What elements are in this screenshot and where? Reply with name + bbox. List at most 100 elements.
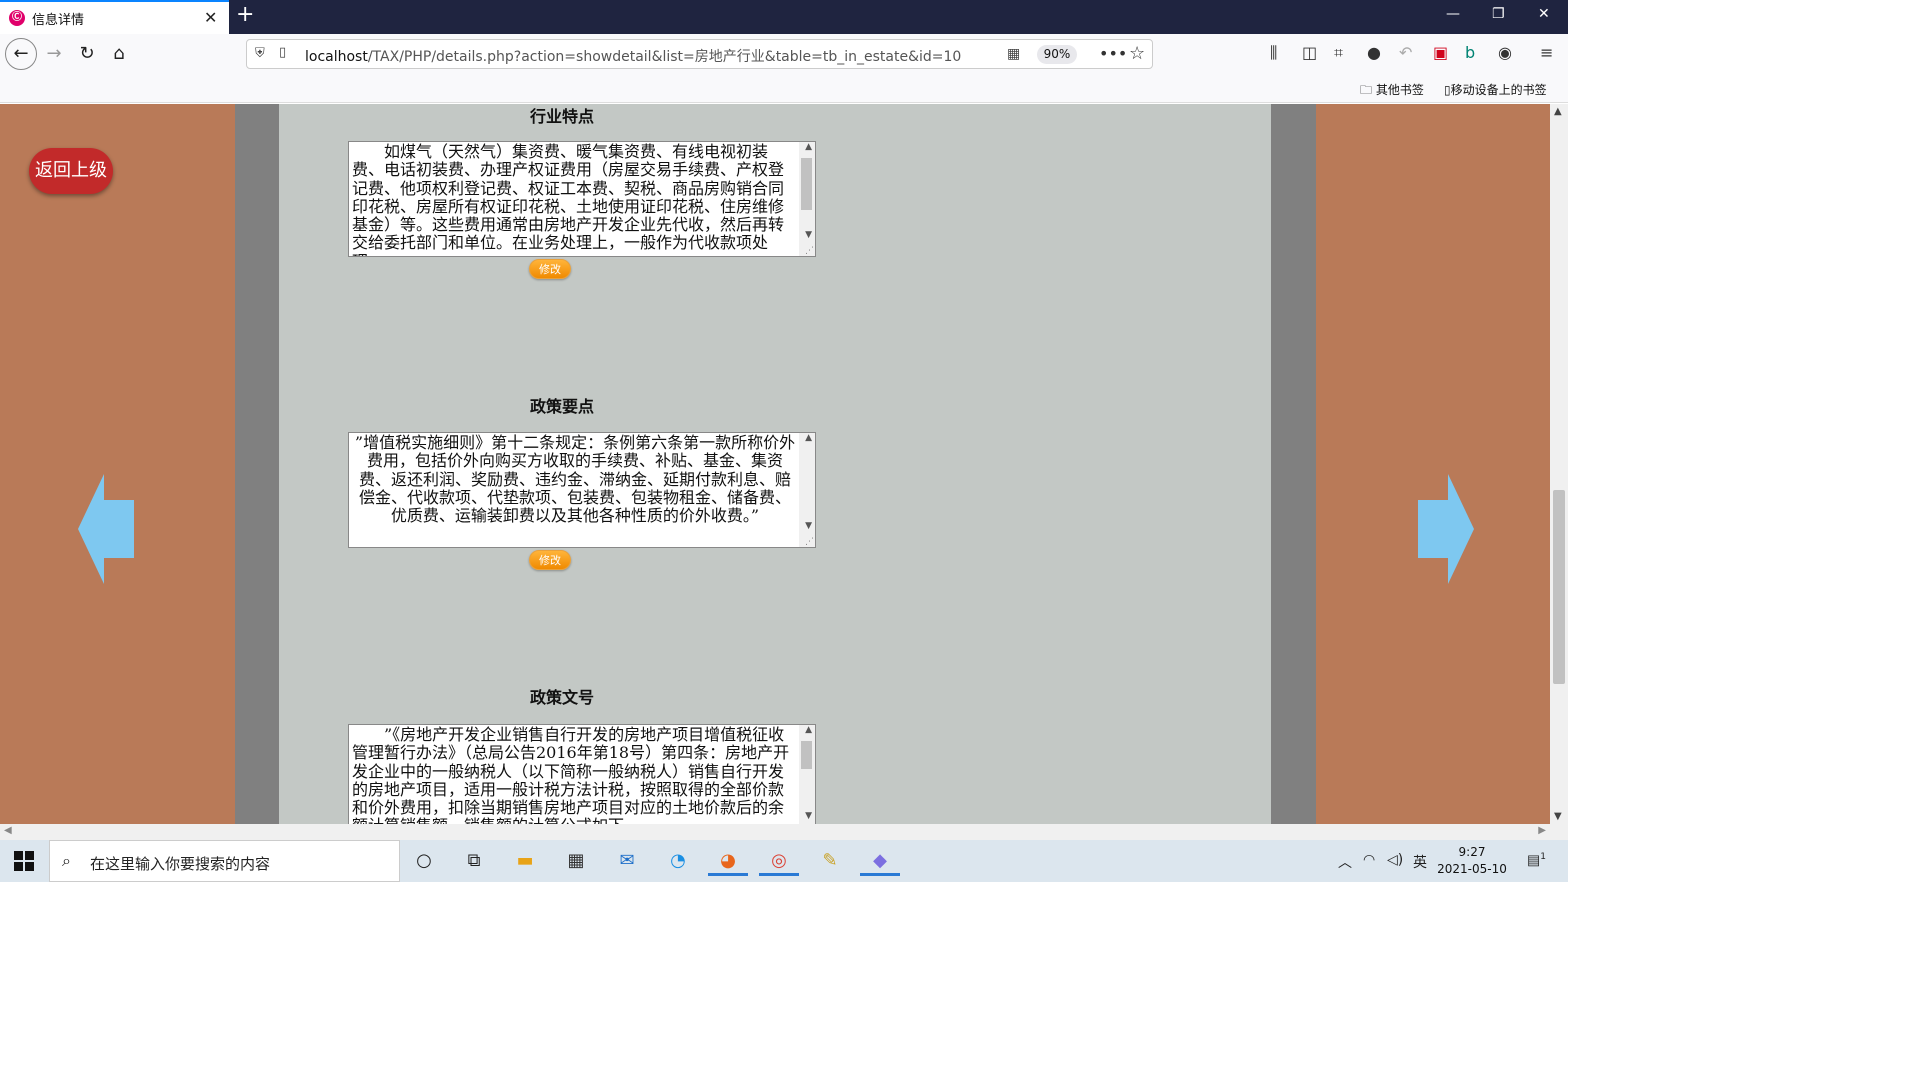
firefox-icon[interactable]: ◕ — [708, 846, 748, 876]
qr-code-icon[interactable]: ▦ — [1007, 46, 1020, 62]
tray-overflow-icon[interactable]: ︿ — [1338, 852, 1352, 872]
notification-icon[interactable]: ▤1 — [1527, 852, 1546, 869]
url-host: localhost — [305, 49, 368, 65]
new-tab-button[interactable]: + — [236, 2, 254, 27]
policy-text: ”增值税实施细则》第十二条规定：条例第六条第一款所称价外费用，包括价外向购买方收… — [354, 433, 796, 526]
tab-strip: Ⓒ 信息详情 ✕ + — ❐ ✕ — [0, 0, 1568, 34]
navigation-toolbar: ← → ↻ ⌂ ⛨ ▯ localhost/TAX/PHP/details.ph… — [0, 34, 1568, 74]
right-rail — [1271, 104, 1316, 824]
wifi-icon[interactable]: ◠ — [1363, 852, 1375, 868]
next-arrow-icon[interactable] — [1418, 474, 1474, 584]
account-icon[interactable]: ◉ — [1498, 43, 1512, 62]
sidebar-icon[interactable]: ◫ — [1302, 43, 1317, 62]
textarea-scrollbar[interactable]: ▲ ▼ — [799, 142, 815, 256]
clock-time: 9:27 — [1458, 845, 1486, 859]
bing-icon[interactable]: b — [1465, 43, 1475, 62]
pocket-icon[interactable]: ▣ — [1433, 43, 1448, 62]
zoom-level[interactable]: 90% — [1037, 45, 1077, 64]
library-icon[interactable]: ⫼ — [1270, 43, 1277, 63]
cortana-icon[interactable]: ○ — [404, 846, 444, 876]
textarea-scrollbar[interactable]: ▲ ▼ — [799, 433, 815, 547]
back-button[interactable]: ← — [5, 38, 37, 70]
tab-title: 信息详情 — [32, 13, 85, 28]
scroll-right-icon[interactable]: ▶ — [1538, 825, 1546, 836]
industry-textarea[interactable]: 如煤气（天然气）集资费、暖气集资费、有线电视初装费、电话初装费、办理产权证费用（… — [348, 141, 816, 257]
tab-close-icon[interactable]: ✕ — [204, 8, 217, 27]
resize-grip-icon[interactable]: ⋰ — [805, 537, 814, 547]
edit-industry-button[interactable]: 修改 — [529, 259, 571, 279]
scroll-up-icon[interactable]: ▲ — [805, 142, 812, 152]
scroll-left-icon[interactable]: ◀ — [4, 825, 12, 836]
bookmark-star-icon[interactable]: ☆ — [1129, 43, 1145, 64]
app-icon[interactable]: ◆ — [860, 846, 900, 876]
page-actions-icon[interactable]: ••• — [1099, 44, 1127, 63]
scroll-up-icon[interactable]: ▲ — [805, 725, 812, 735]
previous-arrow-icon[interactable] — [78, 474, 134, 584]
chat-icon[interactable]: ● — [1367, 43, 1381, 62]
bookmark-mobile-label: 移动设备上的书签 — [1450, 83, 1547, 97]
bookmarks-toolbar: 🗀 其他书签 ▯移动设备上的书签 — [0, 74, 1568, 103]
reload-button[interactable]: ↻ — [73, 40, 101, 68]
left-rail — [235, 104, 279, 824]
bookmark-mobile[interactable]: ▯移动设备上的书签 — [1444, 81, 1547, 98]
document-text: ”《房地产开发企业销售自行开发的房地产项目增值税征收管理暂行办法》（总局公告20… — [352, 725, 790, 824]
edit-policy-button[interactable]: 修改 — [529, 550, 571, 570]
url-text[interactable]: localhost/TAX/PHP/details.php?action=sho… — [305, 46, 961, 66]
notification-count: 1 — [1540, 852, 1546, 862]
ime-indicator[interactable]: 英 — [1413, 852, 1427, 872]
tracking-shield-icon[interactable]: ⛨ — [255, 46, 265, 61]
restore-button[interactable]: ❐ — [1492, 6, 1505, 22]
paint-icon[interactable]: ✎ — [810, 846, 850, 876]
page-scroll-thumb[interactable] — [1553, 490, 1565, 684]
page-vertical-scrollbar[interactable]: ▲ ▼ — [1550, 104, 1568, 824]
industry-text: 如煤气（天然气）集资费、暖气集资费、有线电视初装费、电话初装费、办理产权证费用（… — [352, 142, 785, 256]
window-close-button[interactable]: ✕ — [1538, 6, 1550, 22]
menu-icon[interactable]: ≡ — [1540, 43, 1553, 62]
tab-active[interactable]: Ⓒ 信息详情 ✕ — [0, 0, 229, 34]
minimize-button[interactable]: — — [1446, 6, 1460, 22]
windows-start-icon[interactable] — [14, 851, 34, 871]
taskbar-search-box[interactable]: ⌕ 在这里输入你要搜索的内容 — [49, 840, 400, 882]
scroll-down-icon[interactable]: ▼ — [805, 521, 812, 531]
policy-textarea[interactable]: ”增值税实施细则》第十二条规定：条例第六条第一款所称价外费用，包括价外向购买方收… — [348, 432, 816, 548]
back-to-parent-button[interactable]: 返回上级 — [29, 148, 113, 194]
section-title-industry: 行业特点 — [530, 107, 595, 126]
scroll-up-icon[interactable]: ▲ — [1554, 106, 1562, 117]
section-title-document: 政策文号 — [530, 688, 595, 707]
scroll-down-icon[interactable]: ▼ — [805, 230, 812, 240]
scroll-down-icon[interactable]: ▼ — [805, 811, 812, 821]
scroll-down-icon[interactable]: ▼ — [1554, 811, 1562, 822]
search-icon: ⌕ — [62, 851, 71, 870]
scroll-thumb[interactable] — [801, 158, 812, 210]
page-horizontal-scrollbar[interactable]: ◀ ▶ — [0, 824, 1550, 840]
clock-date: 2021-05-10 — [1437, 862, 1507, 876]
home-button[interactable]: ⌂ — [105, 40, 133, 68]
task-view-icon[interactable]: ⧉ — [454, 846, 494, 876]
undo-icon[interactable]: ↶ — [1399, 43, 1412, 62]
address-bar[interactable]: ⛨ ▯ localhost/TAX/PHP/details.php?action… — [246, 39, 1153, 69]
section-title-policy: 政策要点 — [530, 397, 595, 416]
scroll-thumb[interactable] — [801, 741, 812, 769]
scroll-up-icon[interactable]: ▲ — [805, 433, 812, 443]
phone-icon: ▯ — [1444, 83, 1451, 97]
textarea-scrollbar[interactable]: ▲ ▼ — [799, 725, 815, 824]
bookmark-other-label: 其他书签 — [1375, 83, 1424, 97]
system-clock[interactable]: 9:27 2021-05-10 — [1437, 844, 1507, 878]
volume-icon[interactable]: ◁) — [1387, 852, 1403, 868]
windows-taskbar: ⌕ 在这里输入你要搜索的内容 ○ ⧉ ▬ ▦ ✉ ◔ ◕ ◎ ✎ ◆ ︿ ◠ ◁… — [0, 840, 1568, 882]
screenshot-icon[interactable]: ⌗ — [1334, 43, 1343, 63]
store-icon[interactable]: ▦ — [556, 846, 596, 876]
scroll-corner — [1550, 824, 1568, 840]
taskbar-search-placeholder: 在这里输入你要搜索的内容 — [90, 855, 271, 873]
bookmark-other[interactable]: 🗀 其他书签 — [1360, 81, 1424, 102]
forward-button[interactable]: → — [40, 40, 68, 68]
resize-grip-icon[interactable]: ⋰ — [805, 246, 814, 256]
file-explorer-icon[interactable]: ▬ — [505, 846, 545, 876]
page-info-icon[interactable]: ▯ — [279, 45, 286, 60]
document-textarea[interactable]: ”《房地产开发企业销售自行开发的房地产项目增值税征收管理暂行办法》（总局公告20… — [348, 724, 816, 824]
chrome-icon[interactable]: ◎ — [759, 846, 799, 876]
mail-icon[interactable]: ✉ — [607, 846, 647, 876]
messaging-icon[interactable]: ◔ — [658, 846, 698, 876]
folder-icon: 🗀 — [1360, 83, 1373, 97]
site-favicon-icon: Ⓒ — [9, 10, 25, 26]
